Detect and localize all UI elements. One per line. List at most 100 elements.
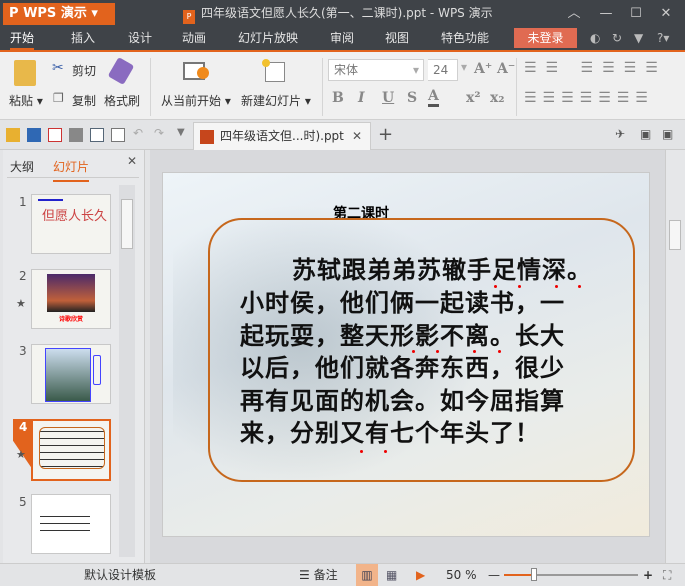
status-bar: 默认设计模板 ☰ 备注 ▥ ▦ ▶ 50 % — + ⛶ [0,563,685,586]
text-line: 来，分别又有七个年头了！ [240,418,540,447]
minimize-button[interactable]: — [592,0,620,27]
tab-view[interactable]: 视图 [385,27,409,50]
font-name-select[interactable]: 宋体 ▾ [328,59,424,81]
slide-thumbnail-5[interactable] [31,494,111,554]
fit-window-icon[interactable]: ⛶ [663,564,671,586]
app-menu-button[interactable]: P WPS 演示 ▾ [3,3,115,25]
menu-bar: 开始 插入 设计 动画 幻灯片放映 审阅 视图 特色功能 未登录 ◐ ↻ ▼ ?… [0,27,685,50]
pin-icon[interactable]: ✈ [615,127,625,141]
slide-thumbnail-2[interactable]: 诗歌欣赏 [31,269,111,329]
shirt-icon[interactable]: ▼ [634,27,643,50]
slide-number: 3 [19,344,27,358]
main-scrollbar[interactable] [665,150,685,565]
window-title: P 四年级语文但愿人长久(第一、二课时).ppt - WPS 演示 [183,0,493,27]
increase-font-icon[interactable]: A⁺ [474,61,492,77]
font-color-button[interactable]: A [428,88,439,107]
bold-button[interactable]: B [332,90,344,106]
text-line: 再有见面的机会。如今屈指算 [240,386,565,415]
tab-insert[interactable]: 插入 [71,27,95,50]
print-preview-icon[interactable] [90,128,104,142]
redo-icon[interactable]: ↷ [154,126,164,140]
slide-thumbnail-1[interactable]: 但愿人长久 [31,194,111,254]
notes-icon: ☰ [299,568,314,582]
paste-icon[interactable] [14,60,36,86]
undo-icon[interactable]: ↶ [133,126,143,140]
export-pdf-icon[interactable] [48,128,62,142]
print-icon[interactable] [69,128,83,142]
wps-logo-icon: P [9,6,24,21]
slide-number: 5 [19,495,27,509]
title-bar: P WPS 演示 ▾ P 四年级语文但愿人长久(第一、二课时).ppt - WPS… [0,0,685,27]
animation-star-icon: ★ [16,297,26,310]
slide-number: 1 [19,195,27,209]
ribbon: 粘贴 ▾ ✂ 剪切 ❐ 复制 格式刷 从当前开始 ▾ 新建幻灯片 ▾ 宋体 ▾ 2… [0,52,685,120]
zoom-in-button[interactable]: + [643,564,653,586]
text-line: 苏轼跟弟弟苏辙手足情深。 [292,255,592,284]
window-icon[interactable]: ▣ [640,127,651,141]
tab-home[interactable]: 开始 [10,27,35,50]
help-icon[interactable]: ?▾ [657,27,669,50]
restore-icon[interactable]: ▣ [662,127,673,141]
slide-sorter-icon[interactable]: ▦ [386,564,397,586]
play-from-current-icon [183,62,209,80]
underline-button[interactable]: U [382,90,394,106]
tab-slideshow[interactable]: 幻灯片放映 [238,27,298,50]
alignment-tools-row2[interactable]: ☰☰☰☰☰☰☰ [524,90,654,106]
tab-review[interactable]: 审阅 [330,27,354,50]
slide-number: 2 [19,269,27,283]
skin-icon[interactable]: ◐ [590,27,600,50]
tab-animation[interactable]: 动画 [182,27,206,50]
slide-canvas[interactable]: 第二课时 苏轼跟弟弟苏辙手足情深。 小时侯，他们俩一起读书，一 起玩耍，整天形影… [162,172,650,537]
login-button[interactable]: 未登录 [514,28,577,48]
tab-features[interactable]: 特色功能 [441,27,489,50]
copy-button[interactable]: 复制 [72,92,96,109]
paste-button[interactable]: 粘贴 ▾ [9,92,43,109]
close-button[interactable]: ✕ [652,0,680,27]
close-tab-icon[interactable]: ✕ [352,123,362,150]
font-size-select[interactable]: 24 [428,59,458,81]
collapse-ribbon-icon[interactable]: ︿ [560,0,588,27]
slide-thumbnail-4-selected[interactable] [31,419,111,481]
new-tab-button[interactable]: + [378,124,393,145]
design-template-label[interactable]: 默认设计模板 [84,564,156,586]
slide-number: 4 [19,420,28,434]
zoom-out-button[interactable]: — [488,564,500,586]
maximize-button[interactable]: ☐ [622,0,650,27]
format-painter-button[interactable]: 格式刷 [104,92,140,109]
tab-outline[interactable]: 大纲 [10,158,34,175]
ppt-file-icon [200,130,214,144]
tab-design[interactable]: 设计 [128,27,152,50]
divider [150,58,151,116]
normal-view-icon[interactable]: ▥ [356,564,378,586]
slide-thumbnail-3[interactable] [31,344,111,404]
customize-dropdown-icon[interactable]: ▼ [177,127,185,138]
open-icon[interactable] [6,128,20,142]
slide-panel-scrollbar[interactable] [119,185,135,557]
subscript-button[interactable]: x₂ [490,90,504,106]
sync-icon[interactable]: ↻ [612,27,622,50]
tab-slides[interactable]: 幻灯片 [53,158,90,182]
close-panel-icon[interactable]: ✕ [127,154,137,168]
new-slide-icon [262,59,285,82]
italic-button[interactable]: I [358,90,365,106]
find-icon[interactable] [111,128,125,142]
text-line: 起玩耍，整天形影不离。长大 [240,321,565,350]
document-tab[interactable]: 四年级语文但...时).ppt ✕ [193,122,371,150]
decrease-font-icon[interactable]: A⁻ [497,61,515,77]
copy-icon: ❐ [53,91,64,105]
cut-button[interactable]: 剪切 [72,62,96,79]
new-slide-button[interactable]: 新建幻灯片 ▾ [241,92,311,109]
zoom-slider[interactable] [504,568,638,581]
slideshow-icon[interactable]: ▶ [416,564,425,586]
animation-star-icon: ★ [16,448,26,461]
divider [516,58,517,116]
play-from-current-button[interactable]: 从当前开始 ▾ [161,92,231,109]
text-box[interactable]: 苏轼跟弟弟苏辙手足情深。 小时侯，他们俩一起读书，一 起玩耍，整天形影不离。长大… [208,218,635,482]
superscript-button[interactable]: x² [466,90,480,106]
divider [322,58,323,116]
text-line: 小时侯，他们俩一起读书，一 [240,288,565,317]
shadow-button[interactable]: S [407,90,417,106]
save-icon[interactable] [27,128,41,142]
paragraph-tools-row1[interactable]: ☰☰ ☰☰☰☰ [524,60,667,76]
notes-button[interactable]: ☰ 备注 [299,564,338,586]
